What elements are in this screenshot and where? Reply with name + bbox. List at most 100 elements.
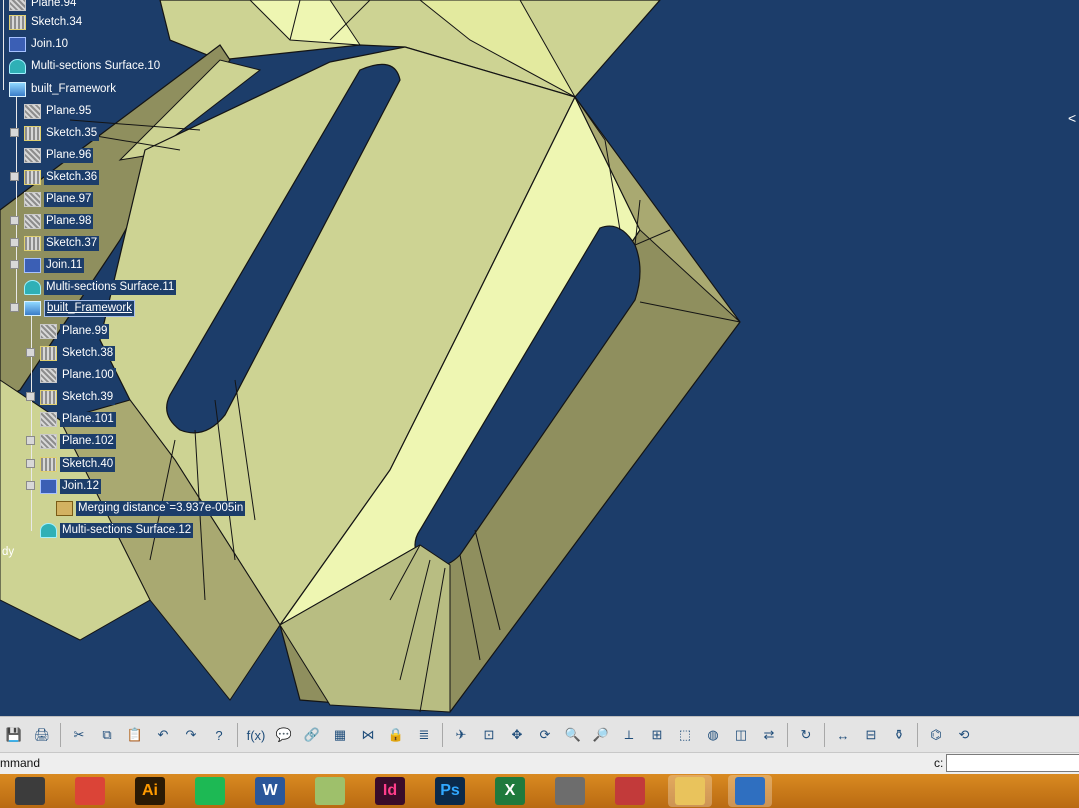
chrome-icon[interactable]: [68, 775, 112, 807]
tree-item[interactable]: Sketch.39: [40, 388, 116, 406]
print-icon[interactable]: 🖨: [31, 724, 53, 746]
iso-view-icon[interactable]: ⬚: [674, 724, 696, 746]
expand-box[interactable]: [10, 303, 19, 312]
indesign-icon[interactable]: Id: [368, 775, 412, 807]
tree-item[interactable]: Sketch.37: [24, 234, 100, 252]
tree-item[interactable]: Sketch.34: [9, 13, 85, 31]
tree-item[interactable]: Sketch.36: [24, 168, 100, 186]
expand-box[interactable]: [10, 260, 19, 269]
expand-box[interactable]: [10, 216, 19, 225]
photoshop-icon[interactable]: Ps: [428, 775, 472, 807]
catia-1-icon[interactable]: [668, 775, 712, 807]
tree-item[interactable]: Join.10: [9, 35, 71, 53]
cut-icon[interactable]: ✂: [68, 724, 90, 746]
link-icon[interactable]: 🔗: [301, 724, 323, 746]
illustrator-icon[interactable]: Ai: [128, 775, 172, 807]
expand-box[interactable]: [26, 459, 35, 468]
save-icon[interactable]: 💾: [3, 724, 25, 746]
tree-item[interactable]: Sketch.40: [40, 455, 116, 473]
toolbar-separator: [787, 723, 788, 747]
tree-item[interactable]: Merging distance`=3.937e-005in: [56, 499, 246, 517]
app-10-icon[interactable]: [548, 775, 592, 807]
3d-viewport[interactable]: Plane.94 Sketch.34 Join.10 Multi-section…: [0, 0, 1079, 716]
tree-item[interactable]: built_Framework: [9, 80, 118, 98]
expand-box[interactable]: [10, 128, 19, 137]
tree-item[interactable]: Plane.99: [40, 322, 110, 340]
expand-box[interactable]: [10, 172, 19, 181]
plane-icon: [40, 433, 57, 449]
tree-item[interactable]: Plane.101: [40, 410, 116, 428]
app-10-label: [555, 777, 585, 805]
bottom-toolbar: 💾 🖨 ✂ ⧉ 📋 ↶ ↷? f(x) 💬 🔗 ▦ ⋈ 🔒 ≣ ✈ ⊡ ✥ ⟳ 🔍 🔎 ⟂ ⊞ ⬚ ◍ ◫ ⇄ ↻ ↔ ⊟ ⚱ ⌬ ⟲: [0, 716, 1079, 753]
excel-icon[interactable]: X: [488, 775, 532, 807]
tree-item[interactable]: Multi-sections Surface.11: [24, 278, 177, 296]
expand-box[interactable]: [26, 392, 35, 401]
knowledge-icon[interactable]: ⟲: [953, 724, 975, 746]
tree-item-label: Merging distance`=3.937e-005in: [76, 500, 246, 516]
paste-icon[interactable]: 📋: [124, 724, 146, 746]
measure-icon[interactable]: ↔: [832, 724, 854, 746]
inertia-icon[interactable]: ⚱: [888, 724, 910, 746]
tree-item[interactable]: built_Framework: [24, 299, 135, 317]
lock-icon[interactable]: 🔒: [385, 724, 407, 746]
tree-item[interactable]: Multi-sections Surface.10: [9, 57, 163, 75]
catalog-icon[interactable]: ⌬: [925, 724, 947, 746]
tree-item[interactable]: Plane.98: [24, 212, 94, 230]
notepad-icon[interactable]: [308, 775, 352, 807]
expand-box[interactable]: [26, 436, 35, 445]
tree-item[interactable]: Multi-sections Surface.12: [40, 521, 194, 539]
word-icon[interactable]: W: [248, 775, 292, 807]
command-input[interactable]: [946, 754, 1079, 772]
shading-icon[interactable]: ◍: [702, 724, 724, 746]
join-icon: [24, 257, 41, 273]
catia-2-icon[interactable]: [728, 775, 772, 807]
tree-item[interactable]: Plane.100: [40, 366, 116, 384]
table-icon[interactable]: ▦: [329, 724, 351, 746]
fit-all-icon[interactable]: ⊡: [478, 724, 500, 746]
snipping-icon[interactable]: [608, 775, 652, 807]
parameters-icon[interactable]: ≣: [413, 724, 435, 746]
tree-item-label: Sketch.35: [44, 125, 100, 141]
tree-item[interactable]: Plane.94: [9, 0, 79, 12]
catia-start-icon[interactable]: [8, 775, 52, 807]
fly-icon[interactable]: ✈: [450, 724, 472, 746]
redo-icon[interactable]: ↷: [180, 724, 202, 746]
tree-item[interactable]: Plane.95: [24, 102, 94, 120]
tree-item-label: Sketch.34: [29, 14, 85, 30]
zoom-out-icon[interactable]: 🔎: [590, 724, 612, 746]
sketch-icon: [24, 169, 41, 185]
swap-visible-icon[interactable]: ⇄: [758, 724, 780, 746]
whats-this-icon[interactable]: ?: [208, 724, 230, 746]
measure-item-icon[interactable]: ⊟: [860, 724, 882, 746]
tree-item[interactable]: Plane.102: [40, 432, 116, 450]
spotify-icon[interactable]: [188, 775, 232, 807]
plane-icon: [40, 323, 57, 339]
copy-icon[interactable]: ⧉: [96, 724, 118, 746]
multi-view-icon[interactable]: ⊞: [646, 724, 668, 746]
tree-item[interactable]: Plane.97: [24, 190, 94, 208]
comment-icon[interactable]: 💬: [273, 724, 295, 746]
hide-show-icon[interactable]: ◫: [730, 724, 752, 746]
rotate-icon[interactable]: ⟳: [534, 724, 556, 746]
normal-view-icon[interactable]: ⟂: [618, 724, 640, 746]
tree-item-label: Plane.98: [44, 213, 94, 229]
expand-box[interactable]: [10, 238, 19, 247]
update-icon[interactable]: ↻: [795, 724, 817, 746]
pan-icon[interactable]: ✥: [506, 724, 528, 746]
tree-item[interactable]: Sketch.35: [24, 124, 100, 142]
tree-item[interactable]: Join.11: [24, 256, 85, 274]
tree-item[interactable]: Sketch.38: [40, 344, 116, 362]
formula-icon[interactable]: f(x): [245, 724, 267, 746]
command-bar: mmand c:: [0, 752, 1079, 775]
tree-item[interactable]: dy: [0, 543, 16, 561]
illustrator-label: Ai: [135, 777, 165, 805]
expand-box[interactable]: [26, 481, 35, 490]
expand-box[interactable]: [26, 348, 35, 357]
tree-item[interactable]: Join.12: [40, 477, 102, 495]
tree-item[interactable]: Plane.96: [24, 146, 94, 164]
tree-item-label: Plane.101: [60, 411, 116, 427]
tree-collapse-arrow-icon[interactable]: <: [1068, 110, 1076, 126]
undo-icon[interactable]: ↶: [152, 724, 174, 746]
zoom-in-icon[interactable]: 🔍: [562, 724, 584, 746]
graph-icon[interactable]: ⋈: [357, 724, 379, 746]
